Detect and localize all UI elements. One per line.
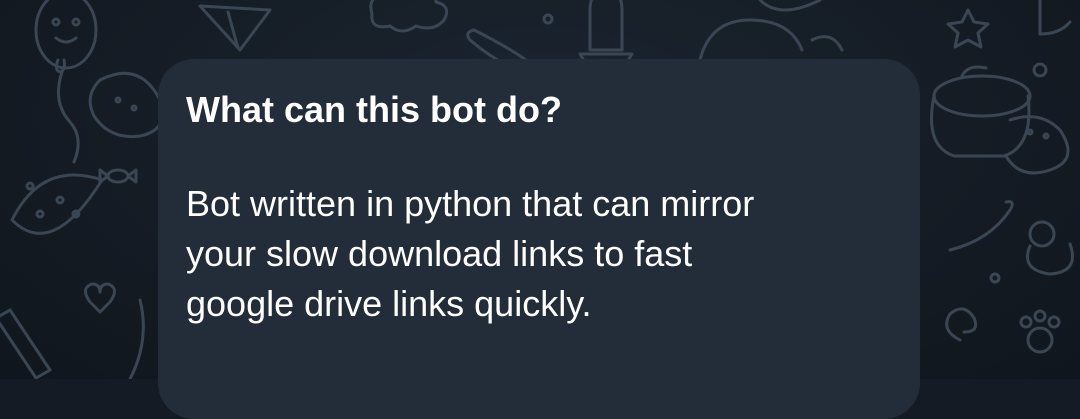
duck-doodle-icon [1026, 220, 1074, 276]
bot-description-line: google drive links quickly. [186, 283, 592, 324]
watermelon-doodle-icon [10, 173, 104, 235]
bot-description-line: Bot written in python that can mirror [186, 183, 755, 224]
swirl-doodle-icon [945, 307, 978, 342]
cactus-doodle-icon [578, 0, 634, 66]
jar-doodle-icon [930, 65, 1032, 158]
paw-doodle-icon [1019, 309, 1061, 354]
cloud-doodle-icon [369, 0, 449, 33]
pencil-doodle-icon [0, 308, 52, 379]
paper-plane-doodle-icon [198, 4, 272, 52]
bot-description: Bot written in python that can mirror yo… [186, 179, 890, 329]
ribbon-doodle-icon [948, 200, 1014, 252]
sleeping-cat-doodle-icon [1004, 115, 1070, 175]
bot-description-line: your slow download links to fast [186, 233, 693, 274]
heart-doodle-icon [84, 282, 116, 314]
cat-doodle-icon [698, 0, 844, 62]
cucumber-doodle-icon [88, 71, 164, 139]
candy-doodle-icon [98, 168, 138, 184]
bot-info-bubble: What can this bot do? Bot written in pyt… [158, 59, 920, 419]
balloon-doodle-icon [34, 0, 98, 164]
bot-info-title: What can this bot do? [186, 89, 562, 130]
star-doodle-icon [946, 8, 990, 49]
